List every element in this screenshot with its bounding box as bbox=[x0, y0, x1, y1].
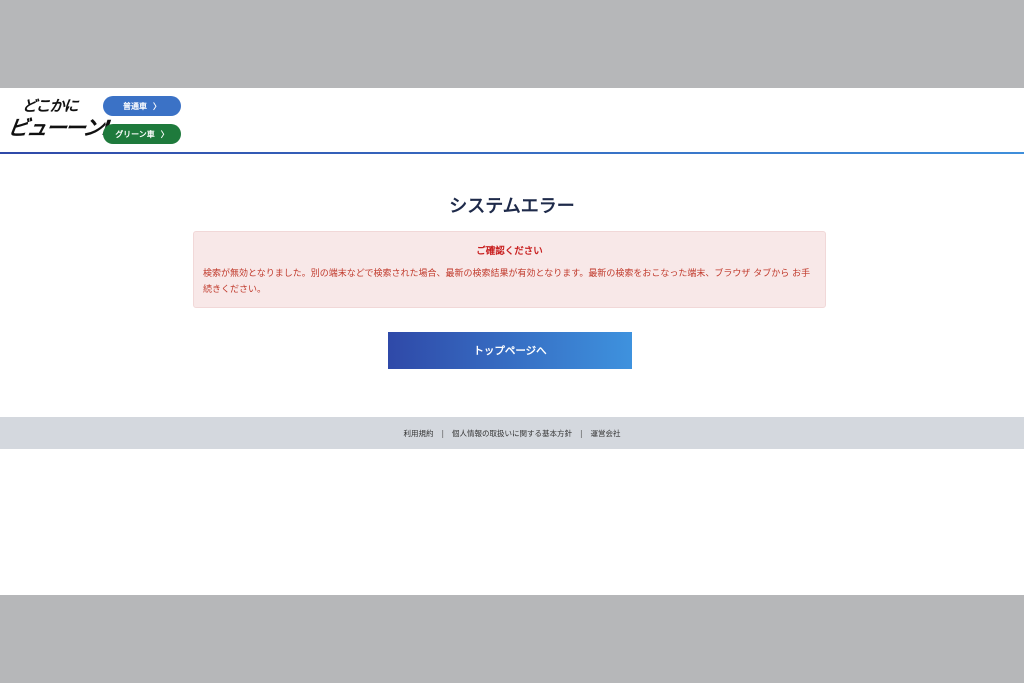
footer-separator: | bbox=[580, 428, 583, 438]
regular-car-button[interactable]: 普通車 〉 bbox=[103, 96, 181, 116]
chevron-right-icon: 〉 bbox=[160, 129, 169, 139]
page: どこかに ビューーン! 普通車 〉 グリーン車 〉 システムエラー ご確認くださ… bbox=[0, 88, 1024, 595]
logo-line2: ビューーン! bbox=[6, 116, 112, 140]
regular-car-label: 普通車 bbox=[123, 101, 147, 111]
logo[interactable]: どこかに ビューーン! bbox=[6, 92, 111, 142]
footer-separator: | bbox=[441, 428, 444, 438]
header: どこかに ビューーン! 普通車 〉 グリーン車 〉 bbox=[0, 88, 1024, 152]
top-page-button[interactable]: トップページへ bbox=[388, 332, 632, 369]
alert-title: ご確認ください bbox=[476, 246, 543, 257]
error-alert: ご確認ください 検索が無効となりました。別の端末などで検索された場合、最新の検索… bbox=[193, 231, 826, 308]
header-divider bbox=[0, 152, 1024, 154]
green-car-button[interactable]: グリーン車 〉 bbox=[103, 124, 181, 144]
footer-link-company[interactable]: 運営会社 bbox=[591, 428, 621, 439]
chevron-right-icon: 〉 bbox=[153, 101, 161, 111]
footer-link-terms[interactable]: 利用規約 bbox=[403, 428, 433, 439]
green-car-label: グリーン車 bbox=[115, 129, 155, 139]
alert-message: 検索が無効となりました。別の端末などで検索された場合、最新の検索結果が有効となり… bbox=[203, 269, 811, 295]
footer: 利用規約 | 個人情報の取扱いに関する基本方針 | 運営会社 bbox=[0, 417, 1024, 449]
footer-link-privacy[interactable]: 個人情報の取扱いに関する基本方針 bbox=[452, 428, 572, 439]
page-title: システムエラー bbox=[449, 196, 575, 217]
